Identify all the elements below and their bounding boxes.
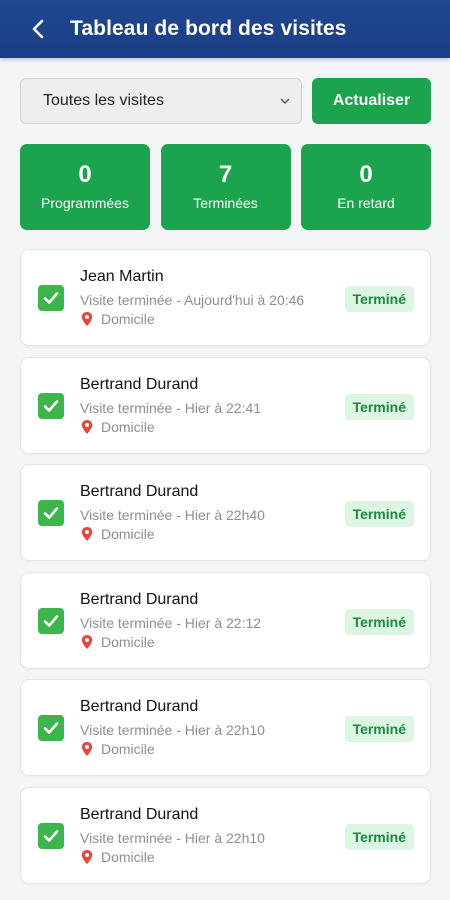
visit-location: Domicile — [80, 419, 155, 435]
check-box-icon — [38, 500, 64, 526]
visit-location-label: Domicile — [101, 633, 155, 650]
visit-description: Visite terminée - Hier à 22h10 — [80, 829, 265, 846]
visit-description: Visite terminée - Hier à 22h40 — [80, 507, 265, 523]
visit-card[interactable]: Bertrand Durand Visite terminée - Hier à… — [20, 679, 431, 776]
status-badge: Terminé — [344, 823, 414, 850]
stat-card-completed: 7 Terminées — [160, 144, 291, 230]
visit-card[interactable]: Bertrand Durand Visite terminée - Hier à… — [20, 786, 431, 884]
location-pin-icon — [81, 849, 93, 864]
visit-location-label: Domicile — [101, 418, 155, 435]
visit-location: Domicile — [80, 526, 155, 542]
location-pin-icon — [81, 742, 93, 756]
visit-description: Visite terminée - Hier à 22h10 — [80, 722, 265, 738]
visit-name: Bertrand Durand — [80, 805, 199, 823]
back-arrow-icon — [32, 19, 44, 39]
visit-location-label: Domicile — [101, 848, 155, 865]
page-title: Tableau de bord des visites — [70, 17, 347, 40]
status-badge: Terminé — [344, 501, 414, 527]
back-button[interactable] — [18, 9, 58, 49]
stat-label: Terminées — [193, 195, 258, 211]
app-bar: Tableau de bord des visites — [0, 0, 450, 58]
stat-label: Programmées — [41, 195, 129, 211]
visit-card[interactable]: Bertrand Durand Visite terminée - Hier à… — [20, 571, 431, 669]
visit-location: Domicile — [80, 741, 155, 757]
chevron-down-icon — [280, 98, 290, 105]
visit-name: Bertrand Durand — [80, 483, 199, 500]
visit-list: Jean Martin Visite terminée - Aujourd'hu… — [20, 249, 431, 894]
check-box-icon — [38, 715, 64, 741]
check-box-icon — [38, 285, 64, 311]
visit-description: Visite terminée - Aujourd'hui à 20:46 — [80, 292, 305, 308]
visit-description: Visite terminée - Hier à 22:12 — [80, 614, 262, 631]
stat-value: 0 — [78, 161, 92, 188]
visit-name: Bertrand Durand — [80, 590, 199, 608]
status-badge: Terminé — [344, 716, 414, 742]
visit-location-label: Domicile — [101, 526, 155, 542]
status-badge: Terminé — [344, 608, 414, 635]
visit-description: Visite terminée - Hier à 22:41 — [80, 399, 262, 416]
visit-location-label: Domicile — [101, 741, 155, 757]
stat-card-late: 0 En retard — [301, 144, 431, 230]
visit-card[interactable]: Bertrand Durand Visite terminée - Hier à… — [20, 356, 431, 454]
visit-location: Domicile — [80, 634, 155, 650]
refresh-button[interactable]: Actualiser — [312, 78, 431, 124]
visit-location: Domicile — [80, 311, 155, 327]
location-pin-icon — [81, 527, 93, 541]
stat-value: 7 — [218, 161, 233, 188]
visit-filter-value: Toutes les visites — [43, 92, 164, 109]
check-box-icon — [38, 607, 64, 634]
check-box-icon — [38, 392, 64, 419]
visit-name: Bertrand Durand — [80, 698, 199, 715]
visit-filter-select[interactable]: Toutes les visites — [20, 78, 302, 124]
stat-value: 0 — [359, 161, 373, 188]
location-pin-icon — [81, 634, 93, 649]
visit-card[interactable]: Bertrand Durand Visite terminée - Hier à… — [20, 464, 431, 561]
status-badge: Terminé — [344, 286, 414, 312]
stat-label: En retard — [337, 195, 395, 211]
status-badge: Terminé — [344, 393, 414, 420]
visit-location: Domicile — [80, 849, 155, 865]
visit-card[interactable]: Jean Martin Visite terminée - Aujourd'hu… — [20, 249, 431, 346]
stats-row: 0 Programmées 7 Terminées 0 En retard — [20, 144, 431, 230]
visit-location-label: Domicile — [101, 311, 155, 327]
location-pin-icon — [81, 419, 93, 434]
visit-name: Bertrand Durand — [80, 375, 199, 393]
filter-row: Toutes les visites Actualiser — [20, 78, 431, 124]
visit-name: Jean Martin — [80, 268, 164, 285]
stat-card-scheduled: 0 Programmées — [20, 144, 150, 230]
check-box-icon — [38, 822, 64, 849]
location-pin-icon — [81, 312, 93, 326]
